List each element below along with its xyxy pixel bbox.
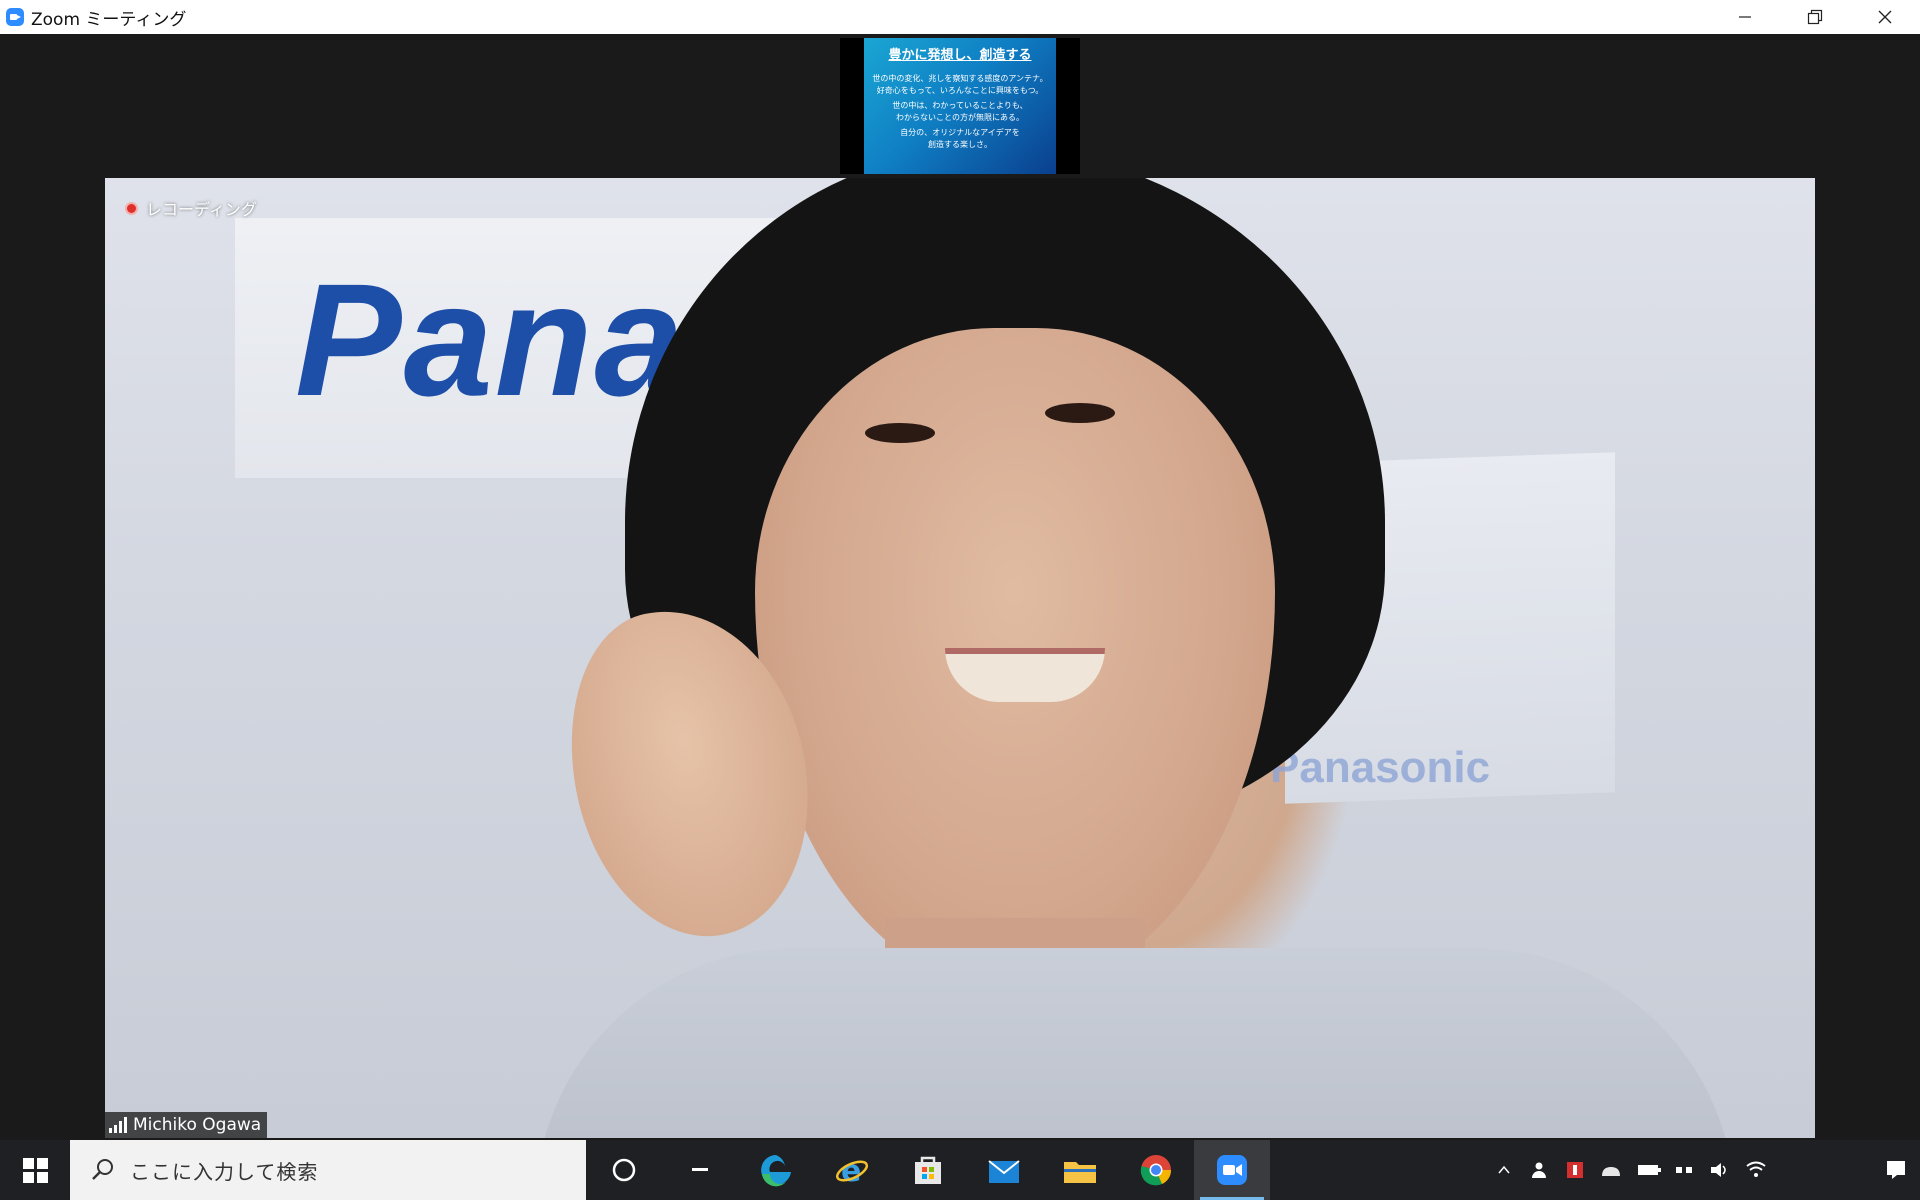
mail-button[interactable] — [966, 1140, 1042, 1200]
ime-icon — [1676, 1167, 1692, 1173]
minimize-icon — [1739, 16, 1751, 18]
search-icon — [90, 1157, 116, 1183]
zoom-app-icon — [6, 8, 24, 26]
recording-dot-icon — [125, 201, 138, 215]
task-view-icon — [692, 1168, 708, 1171]
zoom-icon — [1217, 1155, 1247, 1185]
internet-explorer-icon: e — [835, 1154, 869, 1188]
shared-slide: 豊かに発想し、創造する 世の中の変化、兆しを察知する感度のアンテナ。 好奇心をも… — [864, 38, 1056, 174]
people-icon — [1532, 1162, 1546, 1178]
restore-button[interactable] — [1780, 0, 1850, 34]
chrome-icon — [1140, 1155, 1172, 1186]
background-brand-text-small: Panasonic — [1270, 743, 1491, 792]
file-explorer-icon — [1064, 1162, 1096, 1183]
speaker-video[interactable]: Pana Panasonic レコーディング Michiko Ogawa — [105, 178, 1815, 1138]
slide-line: わからないことの方が無限にある。 — [896, 113, 1024, 122]
window-title: Zoom ミーティング — [31, 9, 187, 30]
signal-strength-icon — [109, 1117, 127, 1133]
slide-line: 世の中の変化、兆しを察知する感度のアンテナ。 — [872, 74, 1048, 83]
minimize-button[interactable] — [1710, 0, 1780, 34]
volume-tray-button[interactable] — [1702, 1140, 1736, 1200]
search-placeholder: ここに入力して検索 — [130, 1159, 319, 1184]
slide-line: 世の中は、わかっていることよりも、 — [892, 101, 1028, 110]
ime-tray-button[interactable] — [1668, 1140, 1702, 1200]
slide-line: 自分の、オリジナルなアイデアを — [900, 128, 1020, 137]
people-tray-button[interactable] — [1520, 1140, 1558, 1200]
background-brand-text: Pana — [295, 250, 686, 429]
restore-icon — [1807, 9, 1823, 25]
participant-name-tag: Michiko Ogawa — [105, 1112, 268, 1138]
antivirus-icon — [1567, 1162, 1583, 1178]
wifi-tray-button[interactable] — [1736, 1140, 1776, 1200]
notification-icon — [1887, 1161, 1905, 1179]
cortana-button[interactable] — [586, 1140, 662, 1200]
window-titlebar: Zoom ミーティング — [0, 0, 1920, 34]
antivirus-tray-button[interactable] — [1558, 1140, 1592, 1200]
participant-eye — [1045, 403, 1115, 423]
store-button[interactable] — [890, 1140, 966, 1200]
recording-label: レコーディング — [146, 200, 257, 219]
close-icon — [1878, 10, 1892, 24]
network-icon — [1602, 1167, 1620, 1176]
chevron-up-icon — [1498, 1165, 1510, 1174]
window-controls — [1710, 0, 1920, 34]
recording-indicator: レコーディング — [125, 196, 257, 220]
battery-icon — [1638, 1165, 1661, 1175]
close-button[interactable] — [1850, 0, 1920, 34]
cortana-icon — [612, 1158, 636, 1182]
participant-eye — [865, 423, 935, 443]
action-center-button[interactable] — [1872, 1140, 1920, 1200]
start-button[interactable] — [0, 1140, 70, 1200]
file-explorer-button[interactable] — [1042, 1140, 1118, 1200]
slide-line: 好奇心をもって、いろんなことに興味をもつ。 — [876, 86, 1044, 95]
participant-name: Michiko Ogawa — [133, 1115, 262, 1135]
show-hidden-icons-button[interactable] — [1488, 1140, 1520, 1200]
wifi-icon — [1746, 1161, 1766, 1177]
network-tray-button[interactable] — [1592, 1140, 1630, 1200]
slide-line: 創造する楽しさ。 — [928, 140, 992, 149]
task-view-button[interactable] — [662, 1140, 738, 1200]
shared-screen-thumbnail[interactable]: 豊かに発想し、創造する 世の中の変化、兆しを察知する感度のアンテナ。 好奇心をも… — [840, 38, 1080, 174]
battery-tray-button[interactable] — [1630, 1140, 1668, 1200]
system-tray — [1488, 1140, 1920, 1200]
participant-shirt — [535, 948, 1735, 1138]
edge-button[interactable] — [738, 1140, 814, 1200]
taskbar-clock[interactable] — [1776, 1140, 1872, 1200]
windows-logo-icon — [22, 1157, 48, 1183]
windows-taskbar: ここに入力して検索 e — [0, 1140, 1920, 1200]
chrome-button[interactable] — [1118, 1140, 1194, 1200]
edge-icon — [761, 1155, 791, 1187]
svg-text:e: e — [841, 1154, 861, 1188]
slide-title: 豊かに発想し、創造する — [888, 48, 1032, 63]
taskbar-search-box[interactable]: ここに入力して検索 — [70, 1140, 586, 1200]
internet-explorer-button[interactable]: e — [814, 1140, 890, 1200]
store-icon — [915, 1156, 941, 1184]
zoom-taskbar-button[interactable] — [1194, 1140, 1270, 1200]
volume-icon — [1711, 1163, 1726, 1177]
mail-icon — [988, 1160, 1020, 1183]
